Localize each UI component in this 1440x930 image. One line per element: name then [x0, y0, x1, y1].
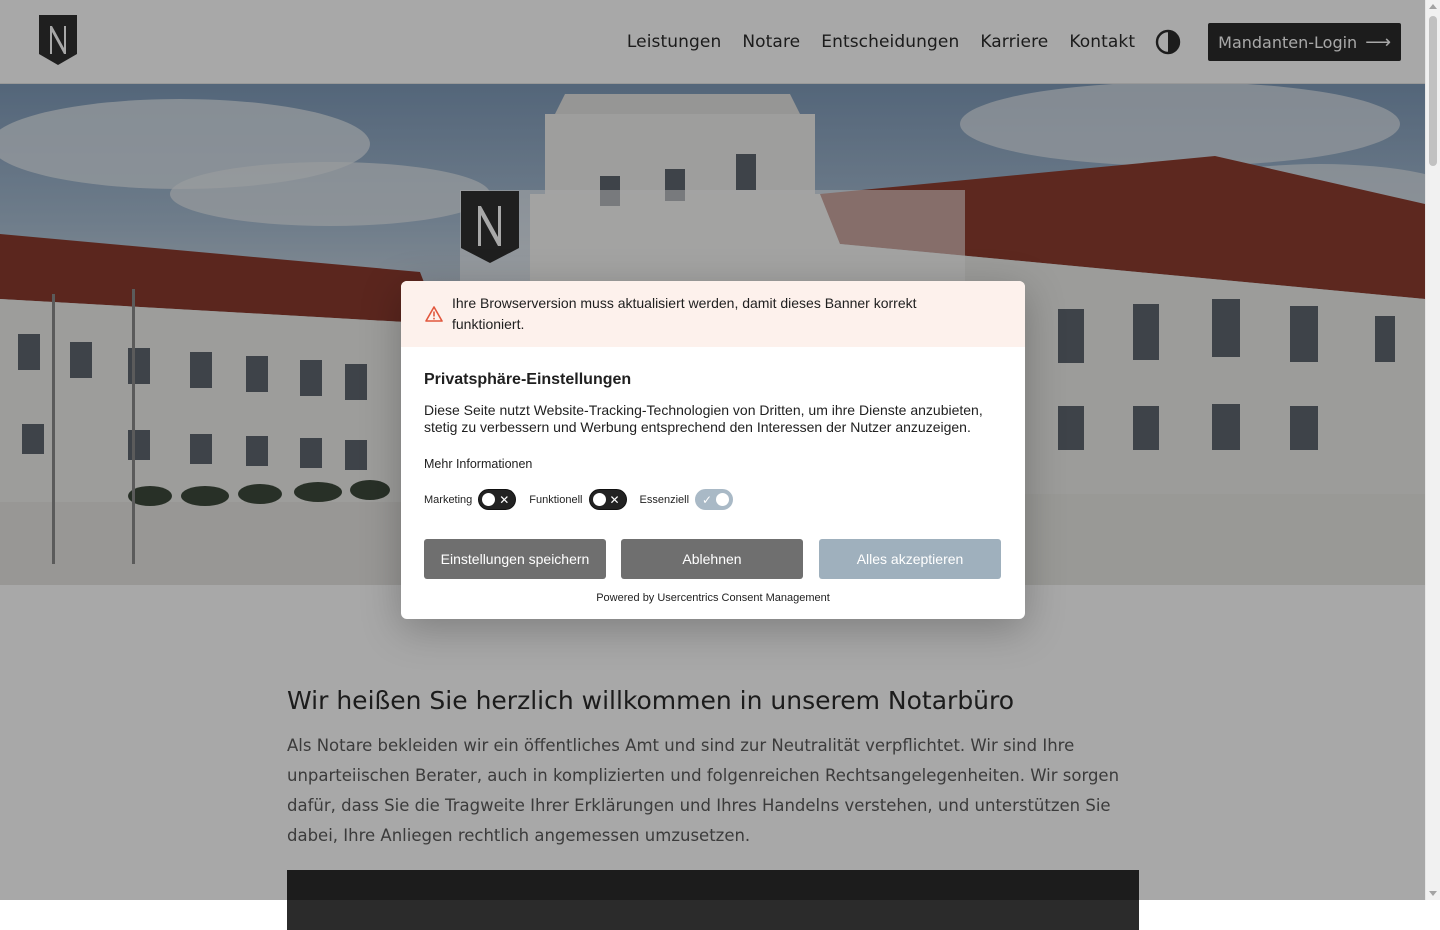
- toggle-knob: [481, 492, 497, 507]
- browser-warning-text: Ihre Browserversion muss aktualisiert we…: [452, 295, 917, 332]
- more-info-link[interactable]: Mehr Informationen: [424, 457, 532, 471]
- x-icon: ✕: [609, 493, 620, 507]
- toggle-knob: [715, 492, 731, 507]
- essential-toggle: ✓: [695, 489, 734, 510]
- scroll-thumb[interactable]: [1429, 16, 1437, 166]
- warning-triangle-icon: [425, 306, 443, 322]
- x-icon: ✕: [499, 493, 510, 507]
- functional-toggle[interactable]: ✕: [588, 489, 627, 510]
- consent-toggles: Marketing ✕ Funktionell ✕ Essenziell ✓: [424, 489, 746, 510]
- browser-warning-banner: Ihre Browserversion muss aktualisiert we…: [401, 281, 1025, 347]
- consent-description: Diese Seite nutzt Website-Tracking-Techn…: [424, 402, 983, 435]
- accept-all-button[interactable]: Alles akzeptieren: [819, 539, 1001, 579]
- powered-by-text: Powered by Usercentrics Consent Manageme…: [596, 592, 830, 604]
- scroll-down-icon[interactable]: [1429, 891, 1437, 896]
- marketing-toggle[interactable]: ✕: [478, 489, 517, 510]
- toggle-label-functional: Funktionell: [529, 493, 583, 506]
- toggle-knob: [591, 492, 607, 507]
- decline-button[interactable]: Ablehnen: [621, 539, 803, 579]
- toggle-label-marketing: Marketing: [424, 493, 473, 506]
- toggle-label-essential: Essenziell: [639, 493, 690, 506]
- consent-title: Privatsphäre-Einstellungen: [424, 371, 632, 388]
- page-scrollbar[interactable]: [1425, 0, 1440, 900]
- scroll-up-icon[interactable]: [1429, 4, 1437, 9]
- privacy-consent-dialog: Ihre Browserversion muss aktualisiert we…: [401, 281, 1025, 619]
- save-settings-button[interactable]: Einstellungen speichern: [424, 539, 606, 579]
- check-icon: ✓: [702, 493, 713, 507]
